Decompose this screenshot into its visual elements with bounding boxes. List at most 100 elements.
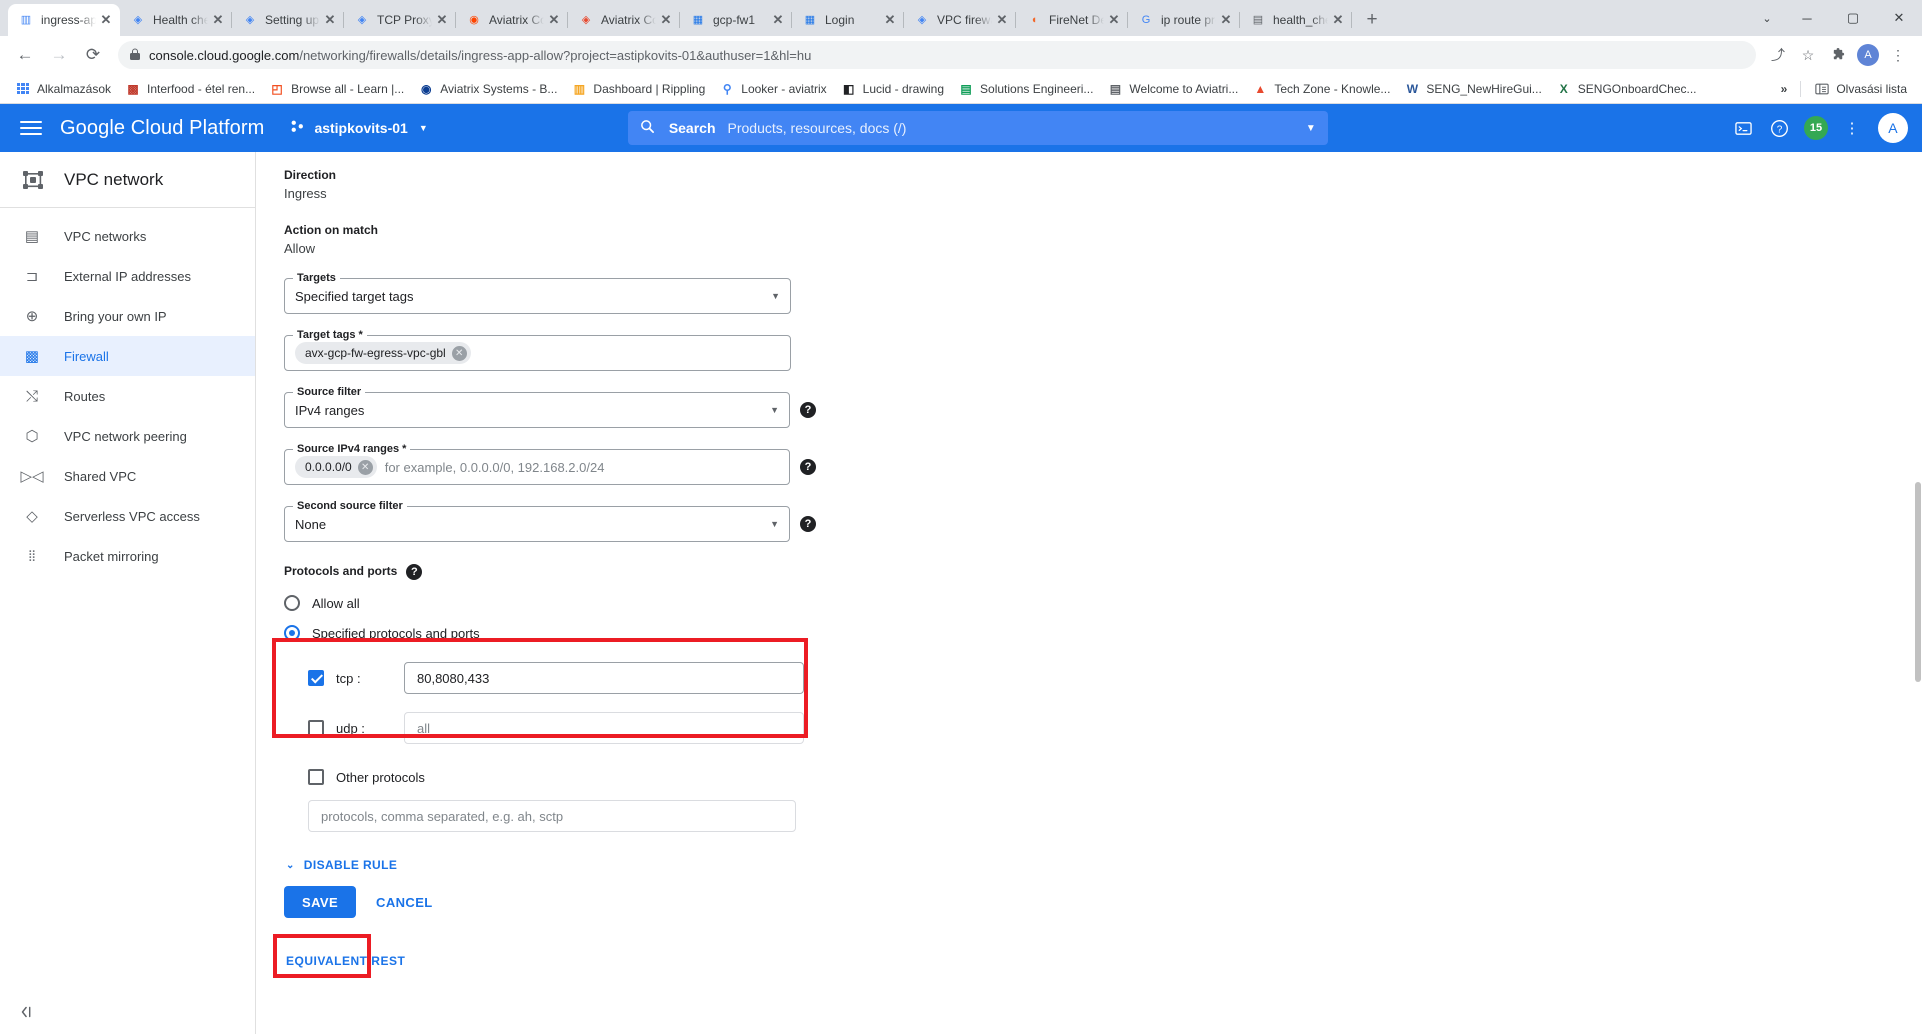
bookmarks-overflow-button[interactable]: » — [1774, 79, 1795, 99]
specified-protocols-radio-row[interactable]: Specified protocols and ports — [284, 618, 816, 648]
browser-tab[interactable]: ◈Aviatrix Copil✕ — [568, 4, 680, 36]
close-tab-icon[interactable]: ✕ — [882, 12, 898, 28]
udp-ports-input[interactable]: all — [404, 712, 804, 744]
browser-tab[interactable]: ▦Login✕ — [792, 4, 904, 36]
sidebar-item-bring-your-own-ip[interactable]: ⊕Bring your own IP — [0, 296, 255, 336]
bookmark-item[interactable]: ◰Browse all - Learn |... — [262, 78, 411, 100]
sidebar-item-external-ip-addresses[interactable]: ⊐External IP addresses — [0, 256, 255, 296]
close-tab-icon[interactable]: ✕ — [434, 12, 450, 28]
chevron-down-icon[interactable]: ▼ — [770, 519, 779, 529]
tcp-ports-input[interactable]: 80,8080,433 — [404, 662, 804, 694]
browser-tab[interactable]: ◈Setting up TC✕ — [232, 4, 344, 36]
browser-tab[interactable]: ◈Health checks✕ — [120, 4, 232, 36]
bookmark-item[interactable]: WSENG_NewHireGui... — [1397, 78, 1548, 100]
navigation-menu-icon[interactable] — [20, 117, 42, 139]
gcp-product-name[interactable]: Google Cloud Platform — [60, 117, 264, 140]
browser-tab[interactable]: ◖FireNet Detai✕ — [1016, 4, 1128, 36]
help-icon[interactable]: ? — [800, 459, 816, 475]
new-tab-button[interactable]: + — [1358, 6, 1386, 34]
help-icon[interactable]: ? — [800, 516, 816, 532]
close-window-button[interactable]: ✕ — [1876, 2, 1922, 34]
save-button[interactable]: SAVE — [284, 886, 356, 918]
close-tab-icon[interactable]: ✕ — [994, 12, 1010, 28]
collapse-sidebar-button[interactable] — [18, 1004, 36, 1024]
specified-protocols-radio[interactable] — [284, 625, 300, 641]
remove-chip-icon[interactable]: ✕ — [358, 460, 373, 475]
browser-menu-icon[interactable]: ⋮ — [1884, 41, 1912, 69]
cancel-button[interactable]: CANCEL — [364, 886, 445, 918]
other-protocols-checkbox[interactable] — [308, 769, 324, 785]
browser-tab[interactable]: ◈VPC firewall r✕ — [904, 4, 1016, 36]
chevron-down-icon[interactable]: ▼ — [771, 291, 780, 301]
source-filter-select[interactable]: Source filter IPv4 ranges ▼ — [284, 392, 790, 428]
browser-tab[interactable]: ▤health_check✕ — [1240, 4, 1352, 36]
reload-button[interactable]: ⟳ — [78, 40, 108, 70]
allow-all-radio[interactable] — [284, 595, 300, 611]
remove-chip-icon[interactable]: ✕ — [452, 346, 467, 361]
cloud-shell-icon[interactable] — [1728, 112, 1760, 144]
address-bar[interactable]: console.cloud.google.com/networking/fire… — [118, 41, 1756, 69]
target-tags-input[interactable]: Target tags * avx-gcp-fw-egress-vpc-gbl … — [284, 335, 791, 371]
tcp-checkbox[interactable] — [308, 670, 324, 686]
chevron-down-icon[interactable]: ▼ — [770, 405, 779, 415]
bookmark-item[interactable]: ▤Solutions Engineeri... — [951, 78, 1100, 100]
close-tab-icon[interactable]: ✕ — [1106, 12, 1122, 28]
close-tab-icon[interactable]: ✕ — [210, 12, 226, 28]
bookmark-item[interactable]: ▩Interfood - étel ren... — [118, 78, 262, 100]
help-icon[interactable]: ? — [800, 402, 816, 418]
minimize-button[interactable]: ─ — [1784, 2, 1830, 34]
close-tab-icon[interactable]: ✕ — [770, 12, 786, 28]
browser-tab[interactable]: ▥ingress-app-a✕ — [8, 4, 120, 36]
bookmark-item[interactable]: ◉Aviatrix Systems - B... — [411, 78, 564, 100]
disable-rule-toggle[interactable]: ⌄ DISABLE RULE — [286, 858, 816, 872]
other-protocols-input[interactable]: protocols, comma separated, e.g. ah, sct… — [308, 800, 796, 832]
search-dropdown-icon[interactable]: ▼ — [1306, 123, 1316, 134]
browser-tab[interactable]: ◈TCP Proxy Loa✕ — [344, 4, 456, 36]
page-scrollbar[interactable] — [1914, 152, 1922, 1034]
bookmark-item[interactable]: XSENGOnboardChec... — [1549, 78, 1704, 100]
sidebar-item-routes[interactable]: ⤭Routes — [0, 376, 255, 416]
close-tab-icon[interactable]: ✕ — [322, 12, 338, 28]
sidebar-item-firewall[interactable]: ▩Firewall — [0, 336, 255, 376]
help-icon[interactable]: ? — [1764, 112, 1796, 144]
close-tab-icon[interactable]: ✕ — [1218, 12, 1234, 28]
bookmark-item[interactable]: ▲Tech Zone - Knowle... — [1245, 78, 1397, 100]
close-tab-icon[interactable]: ✕ — [1330, 12, 1346, 28]
bookmark-item[interactable]: ▤Welcome to Aviatri... — [1100, 78, 1245, 100]
reading-list-button[interactable]: Olvasási lista — [1807, 78, 1914, 100]
browser-tab[interactable]: ▦gcp-fw1✕ — [680, 4, 792, 36]
browser-tab[interactable]: Gip route proto✕ — [1128, 4, 1240, 36]
bookmark-item[interactable]: Alkalmazások — [8, 78, 118, 100]
forward-button[interactable]: → — [44, 40, 74, 70]
account-avatar[interactable]: A — [1878, 113, 1908, 143]
bookmark-star-icon[interactable]: ☆ — [1794, 41, 1822, 69]
global-search-input[interactable]: Search Products, resources, docs (/) ▼ — [628, 111, 1328, 145]
maximize-button[interactable]: ▢ — [1830, 2, 1876, 34]
notifications-badge[interactable]: 15 — [1800, 112, 1832, 144]
sidebar-item-shared-vpc[interactable]: ▷◁Shared VPC — [0, 456, 255, 496]
udp-checkbox[interactable] — [308, 720, 324, 736]
source-ipv4-ranges-input[interactable]: Source IPv4 ranges * 0.0.0.0/0 ✕ for exa… — [284, 449, 790, 485]
bookmark-item[interactable]: ◧Lucid - drawing — [834, 78, 951, 100]
close-tab-icon[interactable]: ✕ — [98, 12, 114, 28]
sidebar-item-vpc-networks[interactable]: ▤VPC networks — [0, 216, 255, 256]
targets-select[interactable]: Targets Specified target tags ▼ — [284, 278, 791, 314]
browser-tab[interactable]: ◉Aviatrix Contr✕ — [456, 4, 568, 36]
sidebar-item-serverless-vpc-access[interactable]: ◇Serverless VPC access — [0, 496, 255, 536]
close-tab-icon[interactable]: ✕ — [658, 12, 674, 28]
more-options-icon[interactable]: ⋮ — [1836, 112, 1868, 144]
scrollbar-thumb[interactable] — [1915, 482, 1921, 682]
project-selector[interactable]: astipkovits-01 ▼ — [290, 119, 427, 137]
allow-all-radio-row[interactable]: Allow all — [284, 588, 816, 618]
share-icon[interactable]: ⤴ — [1764, 41, 1792, 69]
profile-avatar[interactable]: A — [1854, 41, 1882, 69]
other-protocols-row[interactable]: Other protocols — [284, 762, 816, 792]
equivalent-rest-link[interactable]: EQUIVALENT REST — [286, 954, 816, 968]
sidebar-item-packet-mirroring[interactable]: ⦙⦙Packet mirroring — [0, 536, 255, 576]
extensions-icon[interactable] — [1824, 41, 1852, 69]
sidebar-item-vpc-network-peering[interactable]: ⬡VPC network peering — [0, 416, 255, 456]
tab-search-chevron-icon[interactable]: ⌄ — [1750, 2, 1784, 34]
bookmark-item[interactable]: ⚲Looker - aviatrix — [712, 78, 833, 100]
back-button[interactable]: ← — [10, 40, 40, 70]
help-icon[interactable]: ? — [406, 564, 422, 580]
